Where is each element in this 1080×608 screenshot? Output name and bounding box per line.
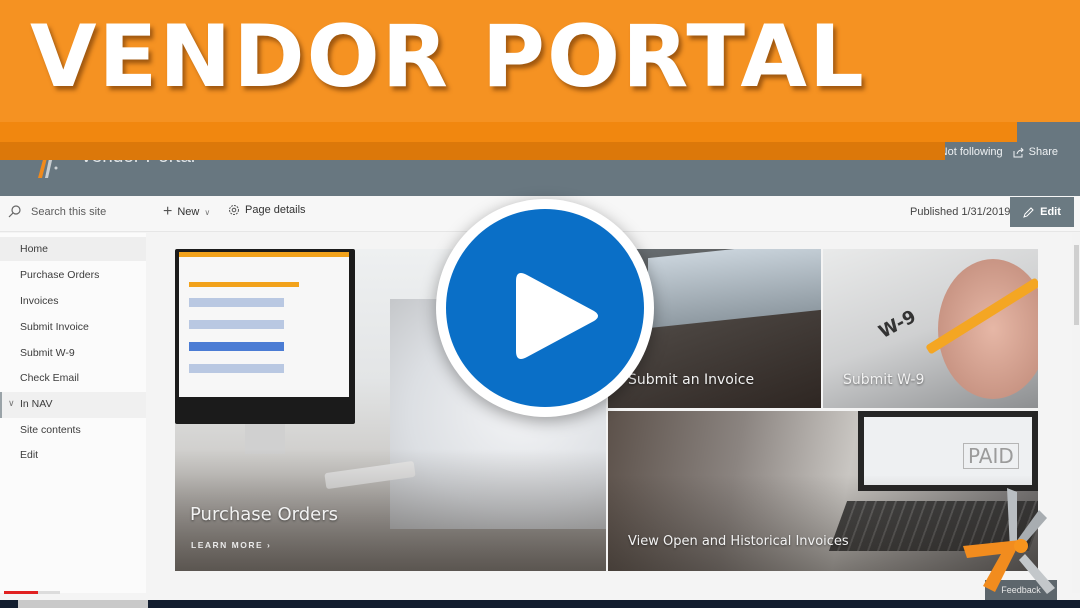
published-status: Published 1/31/2019	[910, 206, 1011, 218]
learn-more-label: LEARN MORE	[191, 540, 264, 550]
follow-button[interactable]: Not following	[940, 146, 1003, 158]
share-icon	[1013, 147, 1024, 157]
new-label: New	[177, 206, 200, 218]
play-button[interactable]	[436, 199, 654, 417]
search-box[interactable]: Search this site	[8, 205, 106, 218]
nav-item-invoices[interactable]: Invoices	[20, 295, 59, 307]
monitor-image	[175, 249, 355, 424]
nav-item-check-email[interactable]: Check Email	[20, 372, 79, 384]
play-icon	[516, 273, 598, 359]
laptop-image	[648, 249, 821, 329]
page-details-button[interactable]: Page details	[228, 204, 306, 216]
nav-item-edit[interactable]: Edit	[20, 449, 38, 461]
tile-title: Submit W-9	[843, 372, 925, 388]
banner-stripe	[0, 122, 1017, 142]
nav-item-submit-w9[interactable]: Submit W-9	[20, 347, 75, 359]
chevron-down-icon: ∨	[204, 207, 211, 217]
edit-label: Edit	[1040, 206, 1061, 218]
share-label: Share	[1028, 146, 1058, 158]
nav-group-label: In NAV	[20, 398, 53, 410]
learn-more-link[interactable]: LEARN MORE ›	[191, 540, 271, 550]
share-button[interactable]: Share	[1013, 146, 1058, 158]
nav-group-in-nav[interactable]: ∨ In NAV	[0, 392, 146, 418]
edit-button[interactable]: Edit	[1010, 197, 1074, 227]
video-thumbnail[interactable]: Vendor Portal Not following Share VENDOR…	[0, 0, 1080, 608]
hero-tile-submit-w9[interactable]: W-9 Submit W-9	[823, 249, 1038, 408]
brand-logo-icon	[963, 488, 1055, 594]
banner-title: VENDOR PORTAL	[30, 7, 866, 107]
tile-title: Purchase Orders	[190, 504, 338, 525]
left-navigation: Home Purchase Orders Invoices Submit Inv…	[0, 233, 146, 593]
scrollbar-thumb[interactable]	[1074, 245, 1079, 325]
page-details-label: Page details	[245, 204, 306, 216]
nav-item-submit-invoice[interactable]: Submit Invoice	[20, 321, 89, 333]
w9-form-text: W-9	[875, 306, 920, 343]
gear-icon	[229, 205, 239, 215]
plus-icon: +	[163, 203, 173, 220]
video-progress-fill	[4, 591, 38, 594]
taskbar	[0, 600, 1080, 608]
banner-stripe	[0, 142, 945, 160]
nav-item-home[interactable]: Home	[20, 243, 48, 255]
chevron-down-icon: ∨	[8, 398, 15, 408]
search-icon	[8, 205, 21, 218]
search-placeholder: Search this site	[31, 205, 107, 218]
new-button[interactable]: + New ∨	[163, 204, 210, 220]
tile-title: View Open and Historical Invoices	[628, 534, 849, 549]
pencil-icon	[1023, 206, 1034, 218]
nav-item-site-contents[interactable]: Site contents	[20, 424, 81, 436]
nav-item-purchase-orders[interactable]: Purchase Orders	[20, 269, 99, 281]
follow-share-area: Not following Share	[940, 146, 1058, 158]
